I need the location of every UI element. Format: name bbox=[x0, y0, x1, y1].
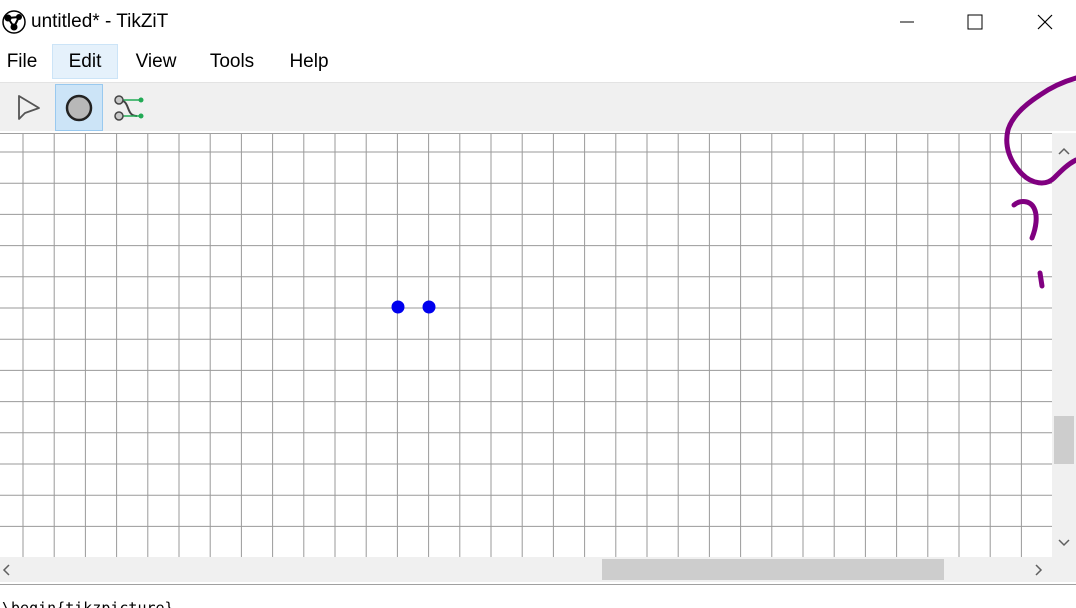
menu-view[interactable]: View bbox=[128, 44, 184, 79]
scroll-up-button[interactable] bbox=[1052, 141, 1076, 161]
edge-connect-icon bbox=[114, 94, 144, 121]
tikz-code-editor[interactable]: \begin{tikzpicture} bbox=[0, 584, 1076, 608]
minimize-button[interactable] bbox=[872, 0, 942, 44]
scroll-right-button[interactable] bbox=[1030, 557, 1048, 582]
chevron-up-icon bbox=[1058, 147, 1070, 155]
graph-node[interactable] bbox=[422, 300, 436, 314]
node-tool-button[interactable] bbox=[55, 84, 103, 131]
title-bar: untitled* - TikZiT bbox=[0, 0, 1076, 44]
grid bbox=[0, 134, 1052, 557]
graph-node[interactable] bbox=[391, 300, 405, 314]
menu-help[interactable]: Help bbox=[280, 44, 338, 79]
pointer-arrow-icon bbox=[18, 94, 40, 120]
maximize-icon bbox=[967, 14, 983, 30]
toolbar bbox=[0, 82, 1076, 131]
select-tool-button[interactable] bbox=[4, 84, 52, 131]
code-line: \begin{tikzpicture} bbox=[2, 599, 174, 608]
edge-tool-button[interactable] bbox=[104, 84, 152, 131]
vertical-scrollbar[interactable] bbox=[1052, 133, 1076, 557]
maximize-button[interactable] bbox=[940, 0, 1010, 44]
graph-canvas[interactable] bbox=[0, 133, 1052, 557]
minimize-icon bbox=[900, 21, 914, 23]
close-button[interactable] bbox=[1010, 0, 1076, 44]
tikzit-logo-icon bbox=[2, 10, 26, 34]
circle-icon bbox=[65, 94, 93, 121]
close-icon bbox=[1037, 14, 1053, 30]
horizontal-scrollbar[interactable] bbox=[0, 557, 1052, 582]
chevron-left-icon bbox=[2, 563, 10, 576]
scrollbar-corner bbox=[1052, 557, 1076, 582]
vertical-scroll-thumb[interactable] bbox=[1054, 416, 1074, 464]
scroll-down-button[interactable] bbox=[1052, 533, 1076, 553]
menu-file[interactable]: File bbox=[0, 44, 44, 79]
menu-bar: File Edit View Tools Help bbox=[0, 44, 1076, 80]
chevron-down-icon bbox=[1058, 539, 1070, 547]
menu-tools[interactable]: Tools bbox=[200, 44, 264, 79]
horizontal-scroll-thumb[interactable] bbox=[602, 559, 944, 580]
chevron-right-icon bbox=[1035, 563, 1043, 576]
scroll-left-button[interactable] bbox=[0, 557, 12, 582]
menu-edit[interactable]: Edit bbox=[52, 44, 118, 79]
window-title: untitled* - TikZiT bbox=[31, 11, 169, 32]
